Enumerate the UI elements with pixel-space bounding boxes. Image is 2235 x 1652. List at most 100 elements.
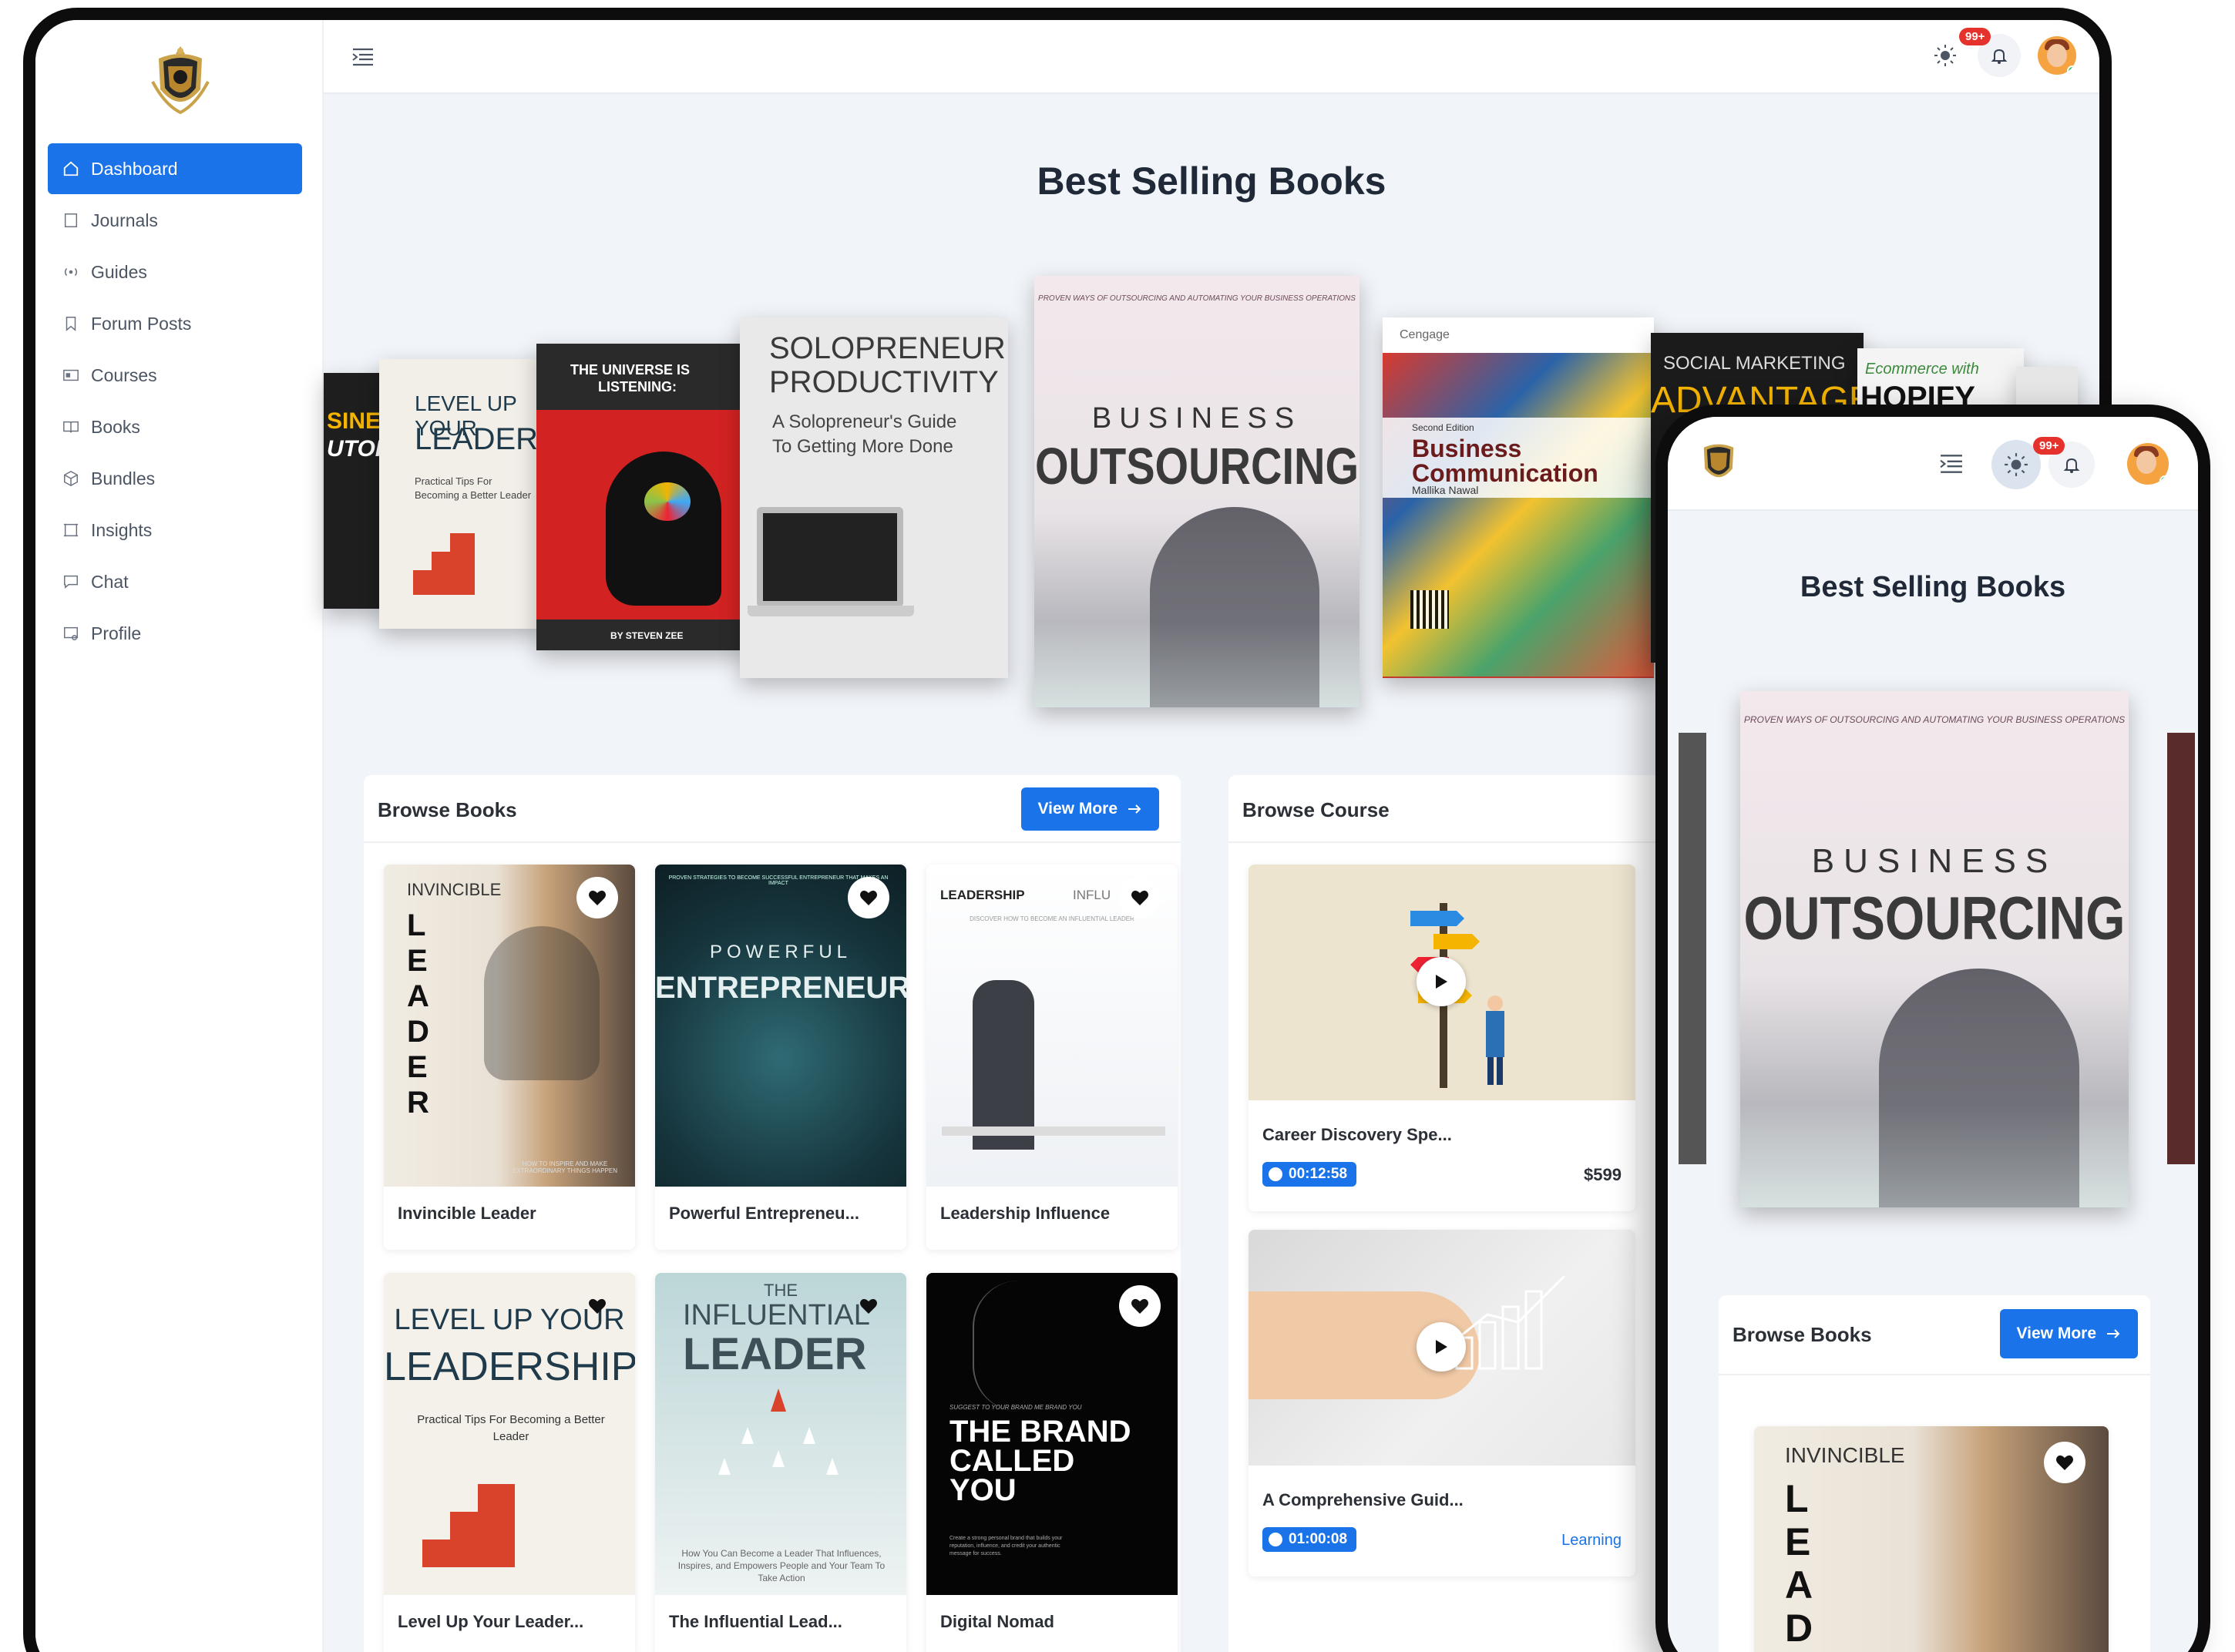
cover-note: HOW TO INSPIRE AND MAKE EXTRAORDINARY TH… <box>512 1160 618 1174</box>
sidebar-item-chat[interactable]: Chat <box>48 556 302 607</box>
brand-logo[interactable] <box>1697 437 1740 488</box>
red-stairs-graphic <box>413 533 475 595</box>
sidebar-item-profile[interactable]: Profile <box>48 608 302 659</box>
carousel-book-2[interactable]: LEVEL UP YOUR LEADERSHIP Practical Tips … <box>379 359 543 629</box>
avatar-face <box>2136 451 2156 474</box>
book-card[interactable]: LEADERSHIP INFLU DISCOVER HOW TO BECOME … <box>926 865 1178 1250</box>
clock-icon <box>1269 1167 1282 1181</box>
carousel-book-1[interactable]: SINES UTOP <box>324 373 385 609</box>
theme-toggle-button[interactable] <box>1930 40 1961 71</box>
notification-badge: 99+ <box>2033 437 2065 455</box>
carousel-book-3[interactable]: THE UNIVERSE IS LISTENING: BY STEVEN ZEE <box>536 344 746 650</box>
play-icon <box>1436 975 1447 989</box>
user-avatar[interactable] <box>2038 36 2076 75</box>
cover-title: POWERFUL <box>709 942 852 962</box>
cover-note: Create a strong personal brand that buil… <box>949 1536 1063 1556</box>
heart-icon <box>2056 1455 2073 1470</box>
carousel-book-subtitle: LISTENING: <box>598 379 677 395</box>
book-card[interactable]: INVINCIBLE LEAD <box>1754 1426 2109 1652</box>
presenter-graphic <box>973 980 1034 1150</box>
online-indicator <box>2159 475 2169 485</box>
favorite-button[interactable] <box>1119 1285 1161 1327</box>
cover-note: How You Can Become a Leader That Influen… <box>677 1548 886 1583</box>
sidebar-item-bundles[interactable]: Bundles <box>48 453 302 504</box>
mobile-carousel-book[interactable]: PROVEN WAYS OF OUTSOURCING AND AUTOMATIN… <box>1740 691 2129 1207</box>
view-more-button[interactable]: View More <box>1999 1309 2138 1358</box>
sidebar-item-label: Books <box>91 416 140 437</box>
notifications-button[interactable]: 99+ <box>1959 28 2021 77</box>
book-card[interactable]: PROVEN STRATEGIES TO BECOME SUCCESSFUL E… <box>655 865 906 1250</box>
table-graphic <box>942 1127 1165 1136</box>
mobile-carousel-edge-right <box>2167 733 2195 1164</box>
sidebar-item-books[interactable]: Books <box>48 401 302 452</box>
favorite-button[interactable] <box>576 877 618 918</box>
cover-subtitle: INFLU <box>1073 888 1111 902</box>
sidebar-item-forum-posts[interactable]: Forum Posts <box>48 298 302 349</box>
id-card-icon <box>62 366 80 384</box>
browse-books-title: Browse Books <box>378 798 517 821</box>
sidebar-nav: Dashboard Journals Guides Forum Posts Co… <box>48 143 302 660</box>
face-silhouette-graphic <box>484 926 600 1080</box>
user-avatar[interactable] <box>2127 443 2169 485</box>
carousel-book-title: BUSINESS <box>1091 402 1302 435</box>
favorite-button[interactable] <box>848 877 889 918</box>
sidebar-item-guides[interactable]: Guides <box>48 247 302 297</box>
notifications-button[interactable]: 99+ <box>2033 437 2095 488</box>
carousel-book-4[interactable]: SOLOPRENEUR PRODUCTIVITY A Solopreneur's… <box>740 317 1008 678</box>
carousel-book-title: Ecommerce with <box>1865 361 1979 378</box>
play-button[interactable] <box>1417 1322 1466 1372</box>
sidebar-item-label: Courses <box>91 364 157 385</box>
favorite-button[interactable] <box>576 1285 618 1327</box>
carousel-book-subtitle: OUTSOURCING <box>1035 436 1359 495</box>
sidebar-item-dashboard[interactable]: Dashboard <box>48 143 302 194</box>
sidebar-item-courses[interactable]: Courses <box>48 350 302 401</box>
favorite-button[interactable] <box>2044 1442 2085 1483</box>
journal-icon <box>62 211 80 230</box>
book-card[interactable]: THE INFLUENTIAL LEADER How You Can Becom… <box>655 1273 906 1652</box>
carousel-book-subtitle: PRODUCTIVITY <box>769 365 999 399</box>
carousel-book-author: Mallika Nawal <box>1412 484 1479 496</box>
sidebar-item-label: Chat <box>91 571 129 592</box>
book-card[interactable]: SUGGEST TO YOUR BRAND ME BRAND YOU THE B… <box>926 1273 1178 1652</box>
home-icon <box>62 159 80 178</box>
browse-books-panel: Browse Books View More INVINCIBLE LEADER… <box>364 775 1181 1652</box>
sun-icon <box>1934 45 1956 66</box>
sidebar-item-label: Bundles <box>91 468 156 489</box>
book-card[interactable]: INVINCIBLE LEADER HOW TO INSPIRE AND MAK… <box>384 865 635 1250</box>
carousel-book-subtitle: OUTSOURCING <box>1743 883 2126 952</box>
favorite-button[interactable] <box>848 1285 889 1327</box>
carousel-book-6[interactable]: Cengage Second Edition Business Communic… <box>1383 317 1654 678</box>
carousel-book-5[interactable]: PROVEN WAYS OF OUTSOURCING AND AUTOMATIN… <box>1034 276 1359 707</box>
avatar-face <box>2047 44 2067 67</box>
play-button[interactable] <box>1417 957 1466 1006</box>
book-card[interactable]: LEVEL UP YOUR LEADERSHIP Practical Tips … <box>384 1273 635 1652</box>
menu-toggle-icon[interactable] <box>351 46 375 68</box>
course-title: Career Discovery Spe... <box>1262 1125 1452 1144</box>
book-title: Powerful Entrepreneu... <box>669 1204 859 1223</box>
course-category: Learning <box>1561 1532 1622 1549</box>
course-card[interactable]: Career Discovery Spe... 00:12:58 $599 <box>1249 865 1635 1211</box>
sidebar-item-journals[interactable]: Journals <box>48 195 302 246</box>
bookmark-icon <box>62 314 80 333</box>
course-card[interactable]: A Comprehensive Guid... 01:00:08 Learnin… <box>1249 1230 1635 1576</box>
arrow-right-icon <box>2107 1329 2120 1338</box>
notification-badge: 99+ <box>1959 28 1991 45</box>
profile-line-graphic <box>973 1281 1081 1412</box>
red-stairs-graphic <box>422 1484 515 1567</box>
clock-icon <box>1269 1533 1282 1546</box>
view-more-button[interactable]: View More <box>1020 787 1159 831</box>
mobile-frame: 99+ Best Selling Books PROVEN WAYS OF OU… <box>1655 405 2210 1652</box>
play-icon <box>1436 1340 1447 1354</box>
sidebar-item-insights[interactable]: Insights <box>48 505 302 556</box>
cover-title: INVINCIBLE <box>407 880 502 899</box>
carousel-book-title: SINES <box>327 408 385 434</box>
favorite-button[interactable] <box>1119 877 1161 918</box>
browse-course-title: Browse Course <box>1242 798 1390 821</box>
brand-logo[interactable] <box>150 43 211 117</box>
cover-subtitle: LEADER <box>683 1329 867 1379</box>
paper-planes-graphic <box>718 1388 839 1475</box>
menu-toggle-icon[interactable] <box>1938 452 1965 475</box>
heart-icon <box>860 1298 877 1314</box>
heart-icon <box>1131 1298 1148 1314</box>
laptop-base-graphic <box>748 606 914 616</box>
